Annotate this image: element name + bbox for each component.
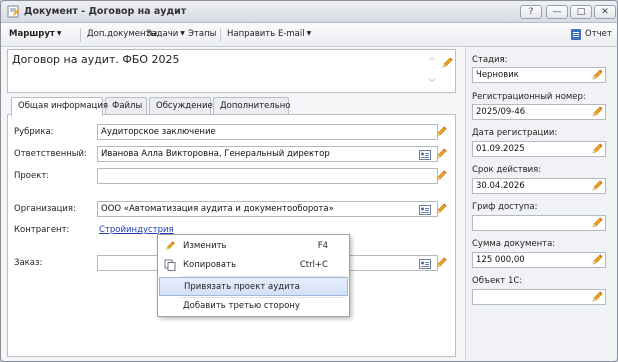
responsible-edit-pencil-icon[interactable] [434,147,448,161]
organization-value: ООО «Автоматизация аудита и документообо… [101,204,334,214]
tab-files[interactable]: Файлы [105,97,147,115]
validity-edit-pencil-icon[interactable] [590,179,604,193]
menu-item-edit[interactable]: Изменить F4 [159,237,348,256]
access-field[interactable] [472,215,606,231]
tab-discussion[interactable]: Обсуждение [149,97,213,115]
responsible-card-icon[interactable] [419,150,431,160]
menu-item-link-audit-project[interactable]: Привязать проект аудита [159,277,348,296]
amount-label: Сумма документа: [472,239,556,249]
chevron-down-icon: ▼ [56,30,62,37]
maximize-button[interactable]: □ [570,5,592,19]
stages-button[interactable]: Этапы [188,29,216,39]
properties-sidebar: Стадия: Черновик Регистрационный номер: … [465,47,617,361]
organization-card-icon[interactable] [419,205,431,215]
route-label: Маршрут [9,29,55,39]
organization-edit-pencil-icon[interactable] [434,202,448,216]
rubric-field[interactable]: Аудиторское заключение [97,124,438,140]
object1c-field[interactable] [472,289,606,305]
object1c-edit-pencil-icon[interactable] [590,290,604,304]
tab-additional[interactable]: Дополнительно [213,97,291,115]
close-button[interactable]: ✕ [594,5,616,19]
validity-value: 30.04.2026 [476,181,525,191]
menu-item-edit-shortcut: F4 [317,241,328,251]
amount-field[interactable]: 125 000,00 [472,252,606,268]
validity-label: Срок действия: [472,165,542,175]
counterparty-label: Контрагент: [14,225,70,235]
order-edit-pencil-icon[interactable] [434,256,448,270]
scroll-down-icon[interactable]: ﹀ [427,78,437,88]
amount-value: 125 000,00 [476,255,525,265]
stage-edit-pencil-icon[interactable] [590,68,604,82]
scroll-arrows[interactable]: ︿ ﹀ [427,52,437,90]
reg-date-label: Дата регистрации: [472,128,558,138]
access-label: Гриф доступа: [472,202,538,212]
toolbar-divider [220,28,221,42]
context-menu: Изменить F4 Копировать Ctrl+C Привязать … [157,234,350,317]
menu-item-edit-label: Изменить [183,241,227,251]
organization-label: Организация: [14,204,76,214]
send-email-label: Направить E-mail [227,29,305,39]
minimize-button[interactable]: — [546,5,568,19]
edit-name-pencil-icon[interactable] [440,56,454,70]
report-button[interactable]: Отчет [585,29,612,39]
scroll-up-icon[interactable]: ︿ [427,52,437,62]
menu-item-copy-label: Копировать [183,260,237,270]
reg-date-edit-pencil-icon[interactable] [590,142,604,156]
order-card-icon[interactable] [419,259,431,269]
reg-date-field[interactable]: 01.09.2025 [472,141,606,157]
organization-field[interactable]: ООО «Автоматизация аудита и документообо… [97,201,438,217]
tasks-label: Задачи [146,29,179,39]
reg-date-value: 01.09.2025 [476,144,525,154]
stage-field[interactable]: Черновик [472,67,606,83]
document-name: Договор на аудит. ФБО 2025 [12,53,180,66]
rubric-edit-pencil-icon[interactable] [434,125,448,139]
reg-number-label: Регистрационный номер: [472,92,586,102]
help-button[interactable]: ? [520,5,542,19]
object1c-label: Объект 1С: [472,276,523,286]
responsible-field[interactable]: Иванова Алла Викторовна, Генеральный дир… [97,146,438,162]
toolbar-divider [80,28,81,42]
reg-number-field[interactable]: 2025/09-46 [472,104,606,120]
tasks-menu[interactable]: Задачи ▼ [146,29,185,39]
title-bar: Документ - Договор на аудит ? — □ ✕ [1,1,617,23]
document-edit-icon [7,5,20,18]
menu-item-copy[interactable]: Копировать Ctrl+C [159,256,348,275]
responsible-value: Иванова Алла Викторовна, Генеральный дир… [101,149,330,159]
project-edit-pencil-icon[interactable] [434,169,448,183]
chevron-down-icon: ▼ [306,30,312,37]
document-window: Документ - Договор на аудит ? — □ ✕ Марш… [0,0,618,362]
tab-general[interactable]: Общая информация [11,97,108,116]
project-label: Проект: [14,171,50,181]
order-label: Заказ: [14,258,43,268]
access-edit-pencil-icon[interactable] [590,216,604,230]
rubric-value: Аудиторское заключение [101,127,216,137]
stage-value: Черновик [476,70,519,80]
menu-item-add-third-party-label: Добавить третью сторону [183,301,300,311]
menu-item-copy-shortcut: Ctrl+C [299,260,328,270]
reg-number-value: 2025/09-46 [476,107,526,117]
validity-field[interactable]: 30.04.2026 [472,178,606,194]
rubric-label: Рубрика: [14,127,54,137]
window-title: Документ - Договор на аудит [24,6,187,17]
chevron-down-icon: ▼ [180,30,185,37]
stage-label: Стадия: [472,55,508,65]
document-name-field[interactable]: Договор на аудит. ФБО 2025 ︿ ﹀ [7,49,456,93]
toolbar: Маршрут ▼ Доп.документы Задачи ▼ Этапы Нап… [1,23,617,47]
menu-item-add-third-party[interactable]: Добавить третью сторону [159,297,348,316]
amount-edit-pencil-icon[interactable] [590,253,604,267]
reg-number-edit-pencil-icon[interactable] [590,105,604,119]
report-icon [571,29,581,40]
send-email-menu[interactable]: Направить E-mail ▼ [227,29,311,39]
project-field[interactable] [97,168,438,184]
menu-item-link-audit-project-label: Привязать проект аудита [184,282,300,292]
responsible-label: Ответственный: [14,149,87,159]
route-menu[interactable]: Маршрут ▼ [9,29,61,39]
copy-icon [164,259,176,271]
pencil-icon [164,240,176,252]
